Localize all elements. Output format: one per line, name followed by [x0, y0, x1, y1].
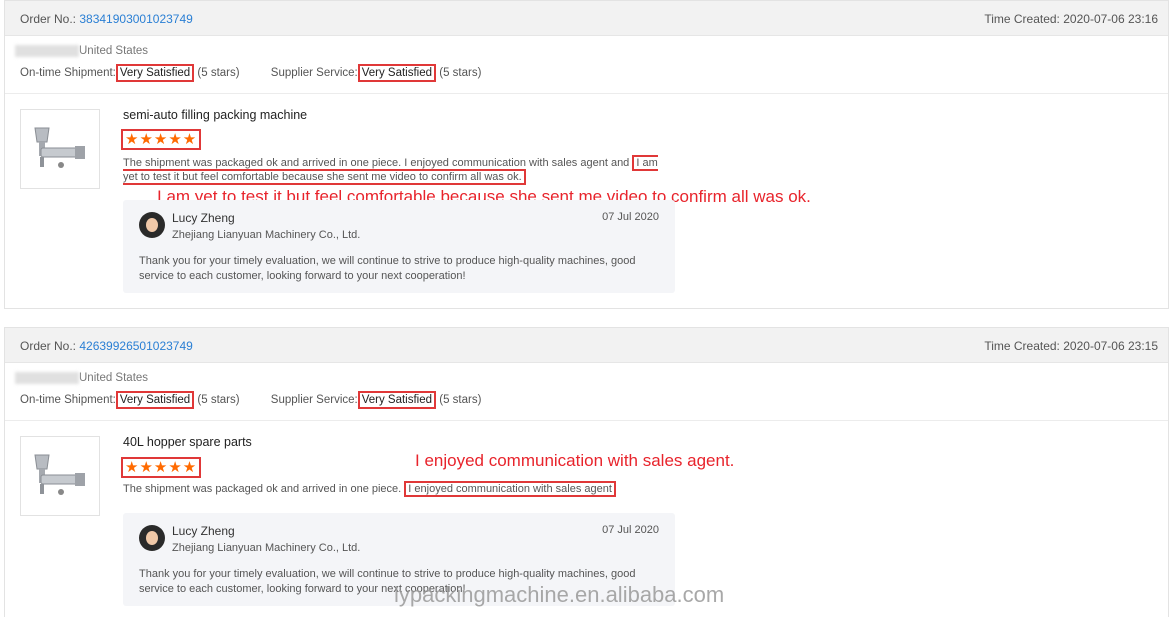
buyer-country: United States: [79, 372, 149, 385]
ratings-row: On-time Shipment: Very Satisfied (5 stars…: [20, 64, 509, 82]
buyer-meta: United States On-time Shipment: Very Sati…: [5, 363, 1168, 421]
order-number-row: Order No.: 38341903001023749: [20, 12, 193, 26]
site-watermark: lypackingmachine.en.alibaba.com: [394, 582, 725, 607]
order-number-label: Order No.:: [20, 339, 77, 353]
service-rating-stars: (5 stars): [439, 67, 482, 79]
order-number-row: Order No.: 42639926501023749: [20, 339, 193, 353]
buyer-country: United States: [79, 45, 149, 58]
shipment-rating-stars: (5 stars): [197, 394, 240, 406]
buyer-meta: United States On-time Shipment: Very Sati…: [5, 36, 1168, 94]
shipment-rating: On-time Shipment: Very Satisfied (5 stars…: [20, 64, 240, 82]
reply-text: Thank you for your timely evaluation, we…: [139, 255, 636, 282]
review-lead: The shipment was packaged ok and arrived…: [123, 483, 402, 495]
reply-company: Zhejiang Lianyuan Machinery Co., Ltd.: [172, 542, 361, 554]
filling-machine-icon: [34, 454, 85, 495]
time-created-value: 2020-07-06 23:15: [1063, 339, 1158, 353]
buyer-name-blurred: [15, 372, 79, 384]
product-name[interactable]: 40L hopper spare parts: [123, 435, 252, 449]
shipment-rating-label: On-time Shipment:: [20, 67, 116, 79]
user-avatar: [139, 525, 165, 551]
ratings-row: On-time Shipment: Very Satisfied (5 stars…: [20, 391, 509, 409]
review-stars: ★★★★★: [121, 129, 202, 150]
time-created-label: Time Created:: [984, 339, 1060, 353]
reply-date: 07 Jul 2020: [602, 524, 659, 536]
service-rating-value: Very Satisfied: [357, 391, 437, 409]
time-created-value: 2020-07-06 23:16: [1063, 12, 1158, 26]
filling-machine-icon: [34, 127, 85, 168]
order-header: Order No.: 42639926501023749 Time Create…: [5, 328, 1168, 363]
service-rating-label: Supplier Service:: [270, 67, 358, 79]
shipment-rating-label: On-time Shipment:: [20, 394, 116, 406]
product-thumbnail[interactable]: [20, 109, 100, 189]
review-lead: The shipment was packaged ok and arrived…: [123, 157, 630, 169]
review-text: The shipment was packaged ok and arrived…: [123, 481, 663, 497]
service-rating: Supplier Service: Very Satisfied (5 stars…: [270, 64, 482, 82]
buyer-location: United States: [15, 372, 148, 384]
reply-author: Lucy Zheng: [172, 524, 235, 538]
product-thumbnail[interactable]: [20, 436, 100, 516]
review-annotation: I enjoyed communication with sales agent…: [415, 451, 735, 470]
shipment-rating: On-time Shipment: Very Satisfied (5 stars…: [20, 391, 240, 409]
review-highlight: I enjoyed communication with sales agent: [404, 481, 616, 497]
time-created-label: Time Created:: [984, 12, 1060, 26]
order-card: Order No.: 42639926501023749 Time Create…: [4, 327, 1169, 617]
service-rating-value: Very Satisfied: [357, 64, 437, 82]
review-text: The shipment was packaged ok and arrived…: [123, 155, 663, 185]
supplier-reply: Lucy Zheng Zhejiang Lianyuan Machinery C…: [123, 200, 675, 293]
time-created: Time Created: 2020-07-06 23:15: [984, 339, 1158, 353]
reply-author: Lucy Zheng: [172, 211, 235, 225]
service-rating-label: Supplier Service:: [270, 394, 358, 406]
service-rating: Supplier Service: Very Satisfied (5 stars…: [270, 391, 482, 409]
shipment-rating-stars: (5 stars): [197, 67, 240, 79]
order-card: Order No.: 38341903001023749 Time Create…: [4, 0, 1169, 309]
reply-date: 07 Jul 2020: [602, 211, 659, 223]
product-name[interactable]: semi-auto filling packing machine: [123, 108, 307, 122]
user-avatar: [139, 212, 165, 238]
buyer-name-blurred: [15, 45, 79, 57]
reply-company: Zhejiang Lianyuan Machinery Co., Ltd.: [172, 229, 361, 241]
review-stars: ★★★★★: [121, 457, 202, 478]
order-number-label: Order No.:: [20, 12, 77, 26]
time-created: Time Created: 2020-07-06 23:16: [984, 12, 1158, 26]
order-number-link[interactable]: 42639926501023749: [79, 339, 192, 353]
service-rating-stars: (5 stars): [439, 394, 482, 406]
buyer-location: United States: [15, 45, 148, 57]
shipment-rating-value: Very Satisfied: [115, 64, 195, 82]
order-header: Order No.: 38341903001023749 Time Create…: [5, 1, 1168, 36]
shipment-rating-value: Very Satisfied: [115, 391, 195, 409]
order-number-link[interactable]: 38341903001023749: [79, 12, 192, 26]
